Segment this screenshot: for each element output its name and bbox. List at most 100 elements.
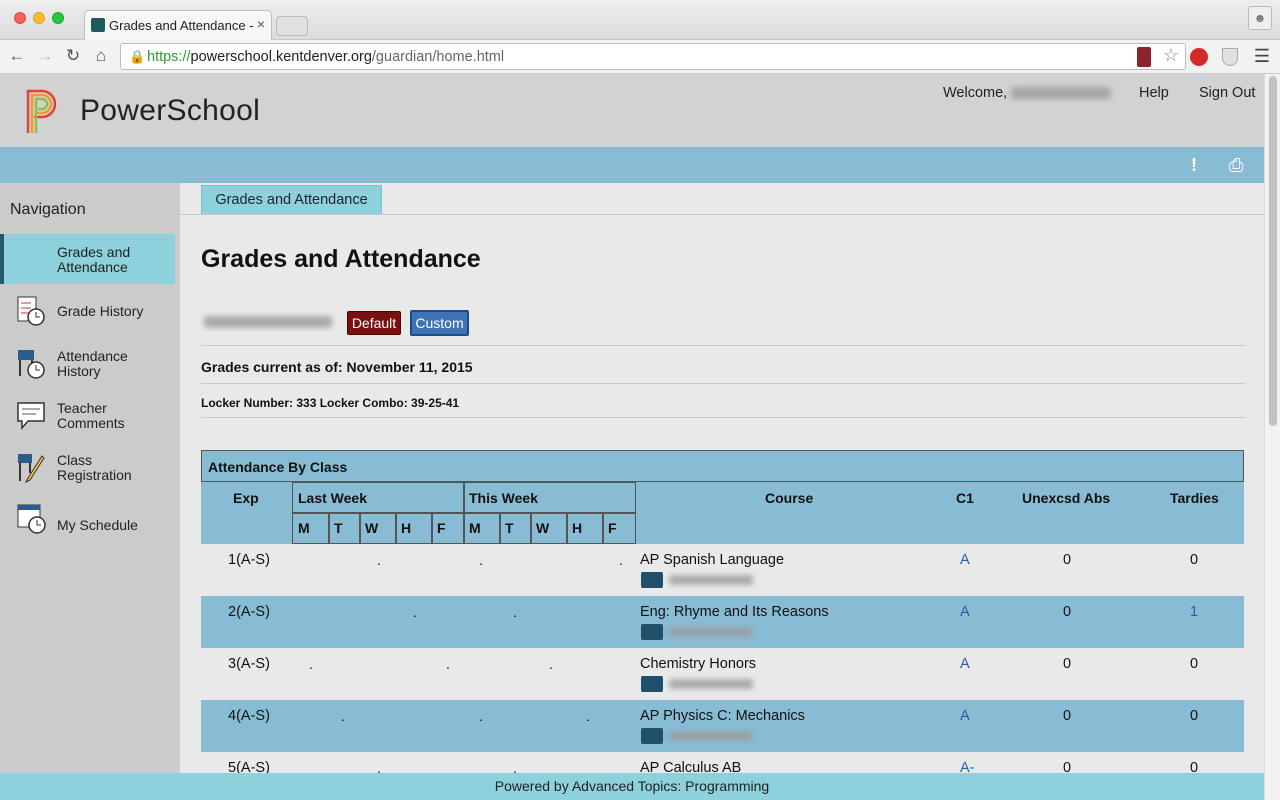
home-icon[interactable]: ⌂	[90, 46, 112, 66]
minimize-window-button[interactable]	[33, 12, 45, 24]
teacher-email-icon[interactable]	[641, 624, 663, 640]
schedule-icon	[17, 504, 46, 534]
course-name-link[interactable]: Eng: Rhyme and Its Reasons	[640, 604, 829, 620]
attendance-mark: .	[413, 604, 417, 620]
tab-title: Grades and Attendance - P	[109, 18, 255, 33]
header-day-separator	[395, 512, 397, 544]
period-cell: 4(A-S)	[228, 708, 270, 724]
teacher-name-blurred	[669, 731, 753, 741]
period-cell: 5(A-S)	[228, 760, 270, 773]
shield-icon[interactable]	[1222, 48, 1238, 66]
alert-icon[interactable]: !	[1191, 155, 1197, 176]
attendance-mark: .	[479, 708, 483, 724]
teacher-email-icon[interactable]	[641, 728, 663, 744]
attendance-mark: .	[341, 708, 345, 724]
table-row: 2(A-S).. Eng: Rhyme and Its Reasons A 0 1	[201, 596, 1244, 648]
header-course: Course	[765, 490, 814, 506]
grade-link[interactable]: A	[960, 604, 970, 620]
absences-count: 0	[1063, 760, 1072, 773]
sidebar-item-label: My Schedule	[57, 517, 138, 533]
course-name-link[interactable]: AP Spanish Language	[640, 552, 784, 568]
header-day: M	[298, 520, 310, 536]
sidebar-item-attendance-history[interactable]: Attendance History	[0, 346, 175, 396]
help-link[interactable]: Help	[1139, 85, 1169, 101]
speech-bubble-icon	[17, 402, 45, 431]
teacher-email-icon[interactable]	[641, 676, 663, 692]
tardies-count: 0	[1190, 552, 1199, 568]
grade-link[interactable]: A	[960, 708, 970, 724]
default-view-button[interactable]: Default	[347, 311, 401, 335]
teacher-name-blurred	[669, 679, 753, 689]
sidebar-item-grades-attendance[interactable]: Grades and Attendance	[0, 234, 175, 284]
forward-icon[interactable]: →	[34, 46, 56, 66]
tab-grades-attendance[interactable]: Grades and Attendance	[201, 185, 382, 215]
logo-text: PowerSchool	[80, 94, 261, 127]
tardies-count[interactable]: 1	[1190, 604, 1198, 620]
sidebar-item-label: Teacher Comments	[57, 400, 125, 431]
header-this-week: This Week	[469, 490, 538, 506]
attendance-mark: .	[513, 760, 517, 773]
teacher-email-icon[interactable]	[641, 572, 663, 588]
browser-toolbar: ← → ↻ ⌂ 🔒 https://powerschool.kentdenver…	[0, 40, 1280, 74]
course-name-link[interactable]: Chemistry Honors	[640, 656, 756, 672]
header-day: F	[608, 520, 617, 536]
attendance-table-caption: Attendance By Class	[201, 450, 1244, 482]
zoom-window-button[interactable]	[52, 12, 64, 24]
sidebar-item-label: Grades and Attendance	[57, 244, 131, 275]
sidebar-item-label: Class Registration	[57, 452, 132, 483]
sign-out-link[interactable]: Sign Out	[1199, 85, 1255, 101]
site-header: PowerSchool Welcome, Help Sign Out	[0, 74, 1264, 147]
sidebar-item-my-schedule[interactable]: My Schedule	[0, 502, 175, 552]
header-day-separator	[359, 512, 361, 544]
table-row: 5(A-S).. AP Calculus AB A- 0 0	[201, 752, 1244, 773]
header-last-week: Last Week	[298, 490, 367, 506]
header-day-separator	[602, 512, 604, 544]
header-day-separator	[566, 512, 568, 544]
address-bar[interactable]: 🔒 https://powerschool.kentdenver.org/gua…	[120, 43, 1186, 70]
bookmark-star-icon[interactable]: ☆	[1163, 45, 1179, 66]
close-window-button[interactable]	[14, 12, 26, 24]
extension-icon[interactable]	[1137, 47, 1151, 67]
grade-history-icon	[17, 296, 45, 326]
sidebar-item-teacher-comments[interactable]: Teacher Comments	[0, 398, 175, 448]
header-tardies: Tardies	[1170, 490, 1219, 506]
custom-view-button[interactable]: Custom	[410, 310, 469, 336]
attendance-mark: .	[377, 552, 381, 568]
divider	[201, 383, 1245, 384]
sidebar-item-label: Attendance History	[57, 348, 128, 379]
course-name-link[interactable]: AP Physics C: Mechanics	[640, 708, 805, 724]
back-icon[interactable]: ←	[6, 46, 28, 66]
attendance-mark: .	[619, 552, 623, 568]
header-day: H	[401, 520, 412, 536]
tab-divider	[180, 214, 1264, 215]
menu-icon[interactable]: ☰	[1254, 46, 1270, 67]
grade-link[interactable]: A-	[960, 760, 975, 773]
header-day-separator	[328, 512, 330, 544]
print-icon[interactable]: ⎙	[1229, 155, 1243, 176]
table-row: 1(A-S)... AP Spanish Language A 0 0	[201, 544, 1244, 596]
scrollbar-thumb[interactable]	[1269, 76, 1277, 426]
profile-icon[interactable]: ☻	[1248, 6, 1272, 30]
grades-current-date: Grades current as of: November 11, 2015	[201, 359, 473, 375]
tab-close-icon[interactable]: ×	[257, 16, 265, 32]
new-tab-button[interactable]	[276, 16, 308, 36]
header-day: W	[536, 520, 550, 536]
attendance-mark: .	[446, 656, 450, 672]
attendance-mark: .	[479, 552, 483, 568]
browser-tab[interactable]: Grades and Attendance - P ×	[84, 10, 272, 40]
scrollbar[interactable]	[1264, 74, 1280, 800]
header-day: F	[437, 520, 446, 536]
course-name-link[interactable]: AP Calculus AB	[640, 760, 741, 773]
attendance-table-header: Exp Last Week This Week M T W H F M T W H F Cours…	[201, 482, 1244, 544]
grade-link[interactable]: A	[960, 656, 970, 672]
grade-link[interactable]: A	[960, 552, 970, 568]
adblock-icon[interactable]	[1190, 48, 1208, 66]
period-cell: 2(A-S)	[228, 604, 270, 620]
sidebar-item-grade-history[interactable]: Grade History	[0, 295, 175, 345]
header-exp: Exp	[233, 490, 259, 506]
reload-icon[interactable]: ↻	[62, 46, 84, 66]
sidebar-item-class-registration[interactable]: Class Registration	[0, 450, 175, 500]
absences-count: 0	[1063, 708, 1072, 724]
header-day: M	[469, 520, 481, 536]
absences-count: 0	[1063, 552, 1072, 568]
